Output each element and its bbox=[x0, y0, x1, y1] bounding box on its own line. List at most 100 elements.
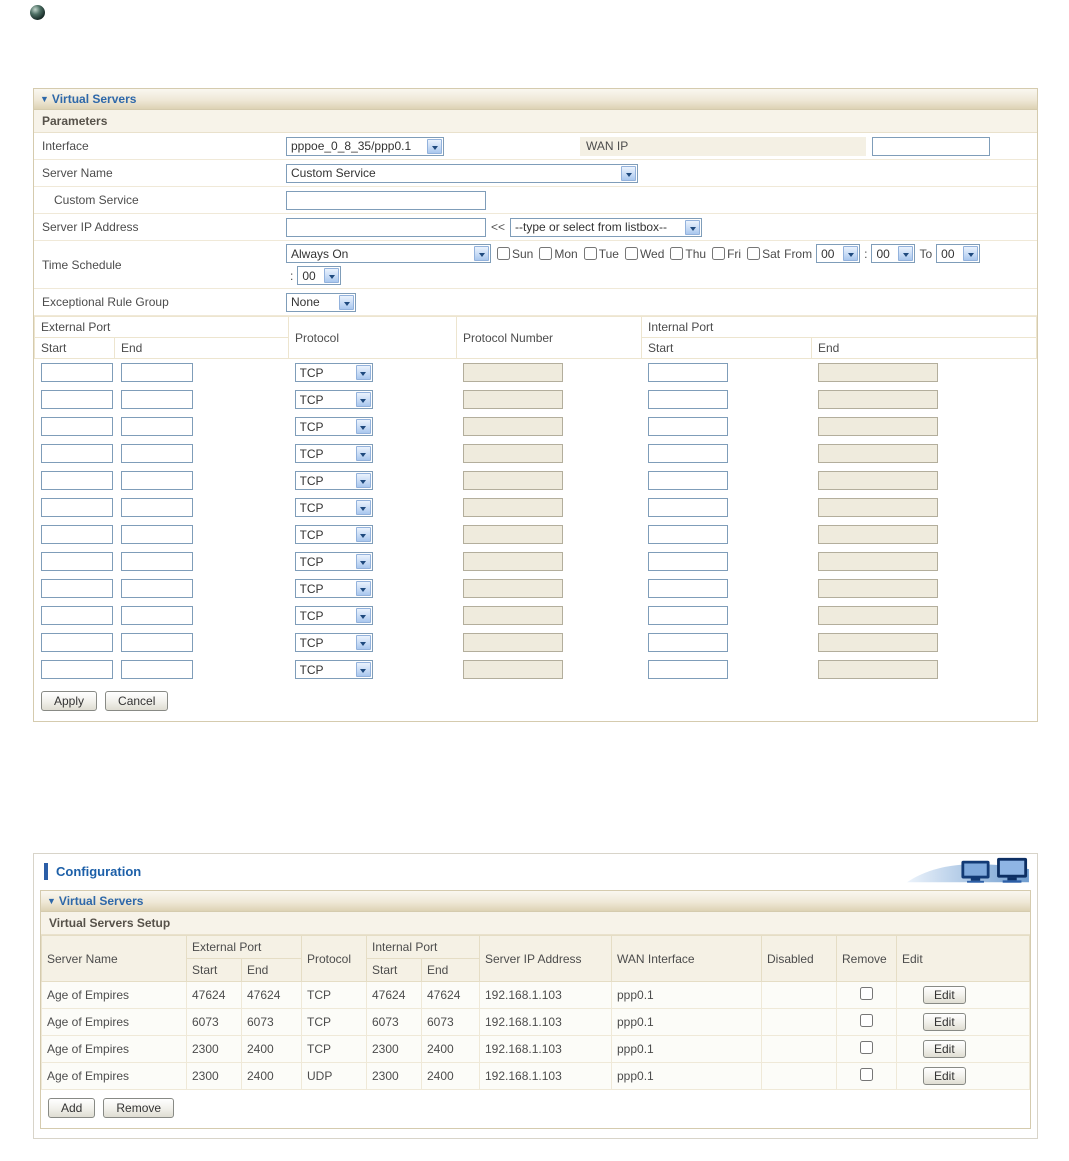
day-tue-checkbox[interactable] bbox=[583, 247, 597, 260]
ext-port-end-input[interactable] bbox=[120, 660, 193, 679]
ext-port-end-input[interactable] bbox=[120, 498, 193, 517]
external-port-header: External Port bbox=[34, 316, 289, 338]
server-name-select[interactable]: Custom Service bbox=[286, 163, 638, 183]
ext-port-end-input[interactable] bbox=[120, 471, 193, 490]
remove-button[interactable]: Remove bbox=[103, 1098, 175, 1118]
from-minute-select[interactable]: 00 bbox=[871, 244, 916, 263]
ext-port-start-input[interactable] bbox=[40, 417, 113, 436]
from-hour-select[interactable]: 00 bbox=[816, 244, 861, 263]
ext-port-start-input[interactable] bbox=[40, 390, 113, 409]
protocol-number-input bbox=[462, 525, 563, 544]
server-ip-input[interactable] bbox=[286, 217, 486, 237]
int-port-start-input[interactable] bbox=[647, 444, 728, 463]
ext-port-end-input[interactable] bbox=[120, 633, 193, 652]
cancel-button[interactable]: Cancel bbox=[105, 691, 169, 711]
int-port-start-input[interactable] bbox=[647, 633, 728, 652]
apply-button[interactable]: Apply bbox=[41, 691, 98, 711]
int-port-start-input[interactable] bbox=[647, 363, 728, 382]
to-label: To bbox=[919, 246, 933, 261]
protocol-select[interactable]: TCP bbox=[294, 363, 373, 382]
add-button[interactable]: Add bbox=[48, 1098, 96, 1118]
ext-port-start-input[interactable] bbox=[40, 660, 113, 679]
int-start-header: Start bbox=[641, 337, 812, 359]
form-buttons: Apply Cancel bbox=[34, 683, 1037, 721]
protocol-select[interactable]: TCP bbox=[294, 552, 373, 571]
remove-checkbox[interactable] bbox=[860, 987, 873, 1000]
cell-server-name: Age of Empires bbox=[41, 1035, 187, 1063]
remove-checkbox[interactable] bbox=[860, 1068, 873, 1081]
internal-port-header: Internal Port bbox=[641, 316, 1037, 338]
table-row: Age of Empires 2300 2400 TCP 2300 2400 1… bbox=[41, 1035, 1030, 1063]
edit-button[interactable]: Edit bbox=[923, 1067, 966, 1085]
ext-port-start-input[interactable] bbox=[40, 444, 113, 463]
ext-port-end-input[interactable] bbox=[120, 417, 193, 436]
combo-value: TCP bbox=[299, 635, 324, 650]
custom-service-input[interactable] bbox=[286, 190, 486, 210]
cell-int-start: 2300 bbox=[366, 1062, 422, 1090]
day-fri-checkbox[interactable] bbox=[712, 247, 726, 260]
int-port-start-input[interactable] bbox=[647, 606, 728, 625]
ext-port-end-input[interactable] bbox=[120, 606, 193, 625]
server-ip-listbox-select[interactable]: --type or select from listbox-- bbox=[510, 217, 703, 237]
combo-value: 00 bbox=[302, 268, 316, 283]
edit-button[interactable]: Edit bbox=[923, 986, 966, 1004]
ext-port-start-input[interactable] bbox=[40, 471, 113, 490]
combo-value: pppoe_0_8_35/ppp0.1 bbox=[291, 139, 412, 153]
int-port-start-input[interactable] bbox=[647, 525, 728, 544]
ext-port-end-input[interactable] bbox=[120, 363, 193, 382]
wan-ip-input[interactable] bbox=[872, 136, 990, 156]
int-port-end-input bbox=[817, 363, 938, 382]
edit-button[interactable]: Edit bbox=[923, 1040, 966, 1058]
day-thu-checkbox[interactable] bbox=[670, 247, 684, 260]
day-sun-checkbox[interactable] bbox=[497, 247, 510, 260]
int-port-start-input[interactable] bbox=[647, 660, 728, 679]
ext-port-start-input[interactable] bbox=[40, 552, 113, 571]
ext-port-end-input[interactable] bbox=[120, 444, 193, 463]
to-minute-select[interactable]: 00 bbox=[297, 266, 342, 285]
int-port-start-input[interactable] bbox=[647, 417, 728, 436]
ext-port-start-input[interactable] bbox=[40, 498, 113, 517]
int-port-start-input[interactable] bbox=[647, 552, 728, 571]
int-port-start-input[interactable] bbox=[647, 579, 728, 598]
ext-port-end-input[interactable] bbox=[120, 579, 193, 598]
protocol-select[interactable]: TCP bbox=[294, 417, 373, 436]
protocol-select[interactable]: TCP bbox=[294, 390, 373, 409]
protocol-select[interactable]: TCP bbox=[294, 498, 373, 517]
interface-select[interactable]: pppoe_0_8_35/ppp0.1 bbox=[286, 136, 444, 156]
computers-graphic bbox=[907, 857, 1029, 883]
day-thu: Thu bbox=[670, 247, 706, 261]
ext-port-start-input[interactable] bbox=[40, 525, 113, 544]
remove-checkbox[interactable] bbox=[860, 1041, 873, 1054]
exceptional-rule-select[interactable]: None bbox=[286, 292, 356, 312]
combo-value: 00 bbox=[941, 246, 955, 261]
dropdown-arrow-icon bbox=[355, 392, 371, 407]
protocol-select[interactable]: TCP bbox=[294, 525, 373, 544]
protocol-select[interactable]: TCP bbox=[294, 579, 373, 598]
to-hour-select[interactable]: 00 bbox=[936, 244, 981, 263]
ext-port-start-input[interactable] bbox=[40, 363, 113, 382]
protocol-select[interactable]: TCP bbox=[294, 471, 373, 490]
dropdown-arrow-icon bbox=[474, 246, 489, 261]
protocol-select[interactable]: TCP bbox=[294, 660, 373, 679]
cell-protocol: TCP bbox=[301, 1035, 367, 1063]
time-schedule-select[interactable]: Always On bbox=[286, 244, 491, 263]
int-port-start-input[interactable] bbox=[647, 498, 728, 517]
protocol-select[interactable]: TCP bbox=[294, 444, 373, 463]
ext-port-start-input[interactable] bbox=[40, 606, 113, 625]
remove-checkbox[interactable] bbox=[860, 1014, 873, 1027]
protocol-select[interactable]: TCP bbox=[294, 606, 373, 625]
ext-port-end-input[interactable] bbox=[120, 552, 193, 571]
edit-button[interactable]: Edit bbox=[923, 1013, 966, 1031]
ext-port-end-input[interactable] bbox=[120, 525, 193, 544]
ext-port-start-input[interactable] bbox=[40, 579, 113, 598]
ext-port-end-input[interactable] bbox=[120, 390, 193, 409]
day-mon-checkbox[interactable] bbox=[539, 247, 553, 260]
day-sat-checkbox[interactable] bbox=[747, 247, 761, 260]
ext-port-start-input[interactable] bbox=[40, 633, 113, 652]
day-wed-checkbox[interactable] bbox=[624, 247, 638, 260]
cell-disabled bbox=[761, 1008, 837, 1036]
int-port-start-input[interactable] bbox=[647, 471, 728, 490]
protocol-select[interactable]: TCP bbox=[294, 633, 373, 652]
day-label: Sun bbox=[512, 246, 534, 261]
int-port-start-input[interactable] bbox=[647, 390, 728, 409]
